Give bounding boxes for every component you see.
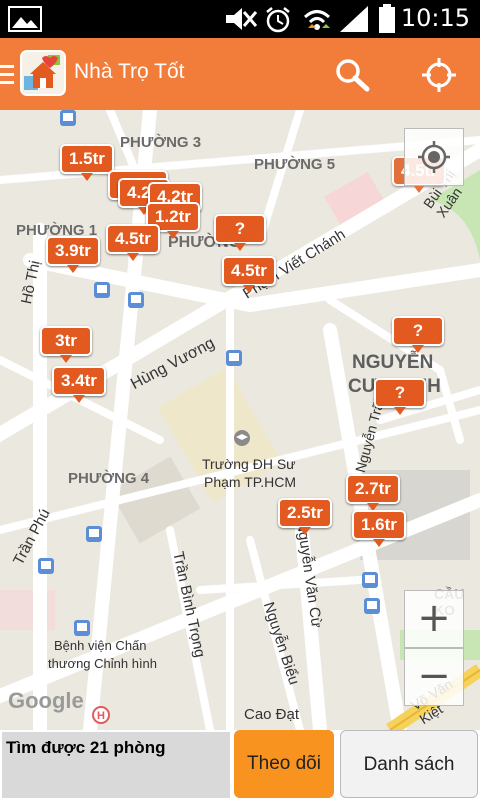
label-phuong4: PHƯỜNG 4 [68, 470, 150, 487]
street-cao-dat: Cao Đạt [244, 706, 300, 723]
crosshair-icon[interactable] [420, 56, 458, 94]
price-marker[interactable]: 3tr [40, 326, 92, 363]
alarm-icon [266, 7, 290, 33]
bottom-bar: Tìm được 21 phòng Theo dõi Danh sách [0, 730, 480, 800]
zoom-in-button[interactable]: + [404, 590, 464, 648]
price-marker[interactable]: ? [392, 316, 444, 353]
label-nguyen: NGUYỄN [352, 352, 434, 373]
bus-stop-icon[interactable] [128, 292, 144, 308]
bus-stop-icon[interactable] [362, 572, 378, 588]
price-marker[interactable]: 4.5tr [106, 224, 160, 261]
bus-stop-icon[interactable] [86, 526, 102, 542]
list-button[interactable]: Danh sách [340, 730, 478, 798]
price-marker[interactable]: 1.5tr [60, 144, 114, 181]
label-benh-vien-2: thương Chỉnh hình [48, 656, 158, 671]
bus-stop-icon[interactable] [38, 558, 54, 574]
hospital-icon: H [92, 706, 110, 724]
price-marker[interactable]: ? [374, 378, 426, 415]
signal-icon [340, 6, 368, 32]
label-truong-2: Phạm TP.HCM [204, 474, 297, 490]
label-truong-1: Trường ĐH Sư [202, 456, 296, 472]
status-bar: 10:15 [0, 0, 480, 38]
price-marker[interactable]: 2.7tr [346, 474, 400, 511]
price-marker[interactable]: 3.9tr [46, 236, 100, 273]
search-icon[interactable] [334, 58, 372, 92]
result-count: Tìm được 21 phòng [6, 738, 166, 757]
menu-icon[interactable] [0, 62, 16, 88]
clock: 10:15 [400, 4, 470, 32]
school-icon [234, 430, 250, 446]
svg-text:H: H [97, 710, 105, 722]
label-phuong3: PHƯỜNG 3 [120, 134, 202, 151]
label-phuong5: PHƯỜNG 5 [254, 156, 336, 173]
bus-stop-icon[interactable] [364, 598, 380, 614]
price-marker[interactable]: 1.6tr [352, 510, 406, 547]
app-logo [20, 50, 66, 96]
label-benh-vien-1: Bệnh viện Chấn [54, 638, 147, 653]
bus-stop-icon[interactable] [94, 282, 110, 298]
bus-stop-icon[interactable] [226, 350, 242, 366]
result-count-box: Tìm được 21 phòng [2, 732, 230, 798]
zoom-out-button[interactable]: − [404, 648, 464, 706]
gallery-icon [8, 6, 42, 32]
wifi-icon [303, 10, 331, 30]
my-location-icon [418, 141, 450, 173]
price-marker[interactable]: ? [214, 214, 266, 251]
price-marker[interactable]: 2.5tr [278, 498, 332, 535]
app-bar: Nhà Trọ Tốt [0, 38, 480, 110]
mute-icon [226, 8, 258, 30]
follow-button[interactable]: Theo dõi [234, 730, 334, 798]
bus-stop-icon[interactable] [74, 620, 90, 636]
price-marker[interactable]: 3.4tr [52, 366, 106, 403]
my-location-button[interactable] [404, 128, 464, 186]
map-view[interactable]: PHƯỜNG 3 PHƯỜNG 5 PHƯỜNG 1 PHƯỜNG PHƯỜNG… [0, 110, 480, 730]
bus-stop-icon[interactable] [60, 110, 76, 126]
battery-icon [379, 4, 395, 33]
google-logo: Google [8, 688, 84, 713]
price-marker[interactable]: 4.5tr [222, 256, 276, 293]
app-title: Nhà Trọ Tốt [74, 60, 185, 83]
